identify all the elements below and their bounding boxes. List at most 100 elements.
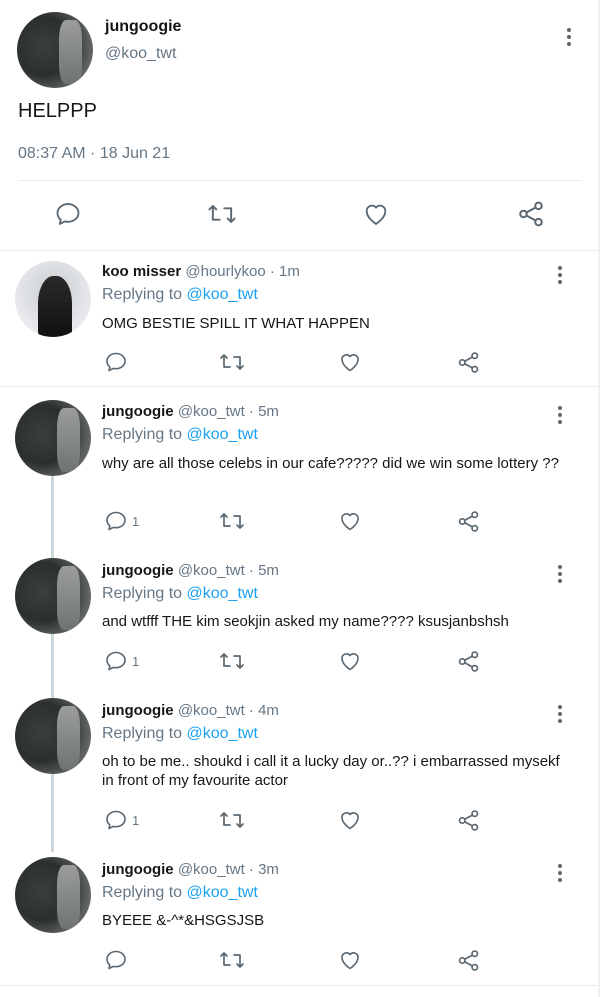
more-options-icon[interactable] xyxy=(550,702,570,726)
reply-tweet[interactable]: jungoogie @koo_twt · 3m Replying to @koo… xyxy=(0,849,600,989)
reply-header: jungoogie @koo_twt · 5m xyxy=(102,403,279,420)
like-icon xyxy=(341,653,359,671)
replying-to-link[interactable]: @koo_twt xyxy=(187,426,258,443)
reply-icon xyxy=(106,810,126,830)
replying-to: Replying to @koo_twt xyxy=(102,884,258,902)
reply-text: why are all those celebs in our cafe????… xyxy=(102,455,559,472)
share-icon xyxy=(458,510,479,532)
avatar[interactable] xyxy=(15,400,91,476)
author-name[interactable]: jungoogie xyxy=(102,403,174,420)
retweet-icon xyxy=(220,812,244,828)
reply-button[interactable] xyxy=(104,946,132,974)
share-button[interactable] xyxy=(513,196,549,232)
reply-tweet[interactable]: jungoogie @koo_twt · 5m Replying to @koo… xyxy=(0,391,600,551)
retweet-icon xyxy=(208,205,236,223)
like-icon xyxy=(341,812,359,830)
more-options-icon[interactable] xyxy=(550,403,570,427)
reply-icon xyxy=(56,203,80,225)
reply-icon xyxy=(106,511,126,531)
reply-tweet[interactable]: jungoogie @koo_twt · 4m Replying to @koo… xyxy=(0,690,600,850)
share-icon xyxy=(458,351,479,373)
replying-to-link[interactable]: @koo_twt xyxy=(187,286,258,303)
retweet-icon xyxy=(220,354,244,370)
author-handle[interactable]: @koo_twt xyxy=(105,45,176,63)
retweet-button[interactable] xyxy=(218,647,246,675)
divider xyxy=(18,180,582,181)
reply-button[interactable]: 1 xyxy=(104,806,139,834)
more-options-icon[interactable] xyxy=(550,562,570,586)
replying-label: Replying to xyxy=(102,884,187,901)
share-icon xyxy=(458,650,479,672)
share-button[interactable] xyxy=(456,946,481,974)
share-button[interactable] xyxy=(456,806,481,834)
replying-label: Replying to xyxy=(102,426,187,443)
main-tweet: jungoogie @koo_twt HELPPP 08:37 AM · 18 … xyxy=(0,0,600,251)
more-options-icon[interactable] xyxy=(550,861,570,885)
reply-text: OMG BESTIE SPILL IT WHAT HAPPEN xyxy=(102,315,370,332)
author-name[interactable]: jungoogie xyxy=(102,562,174,579)
author-meta: @hourlykoo · 1m xyxy=(185,263,300,280)
reply-count: 1 xyxy=(132,653,140,669)
retweet-button[interactable] xyxy=(218,348,246,376)
reply-tweet[interactable]: koo misser @hourlykoo · 1m Replying to @… xyxy=(0,251,600,387)
more-options-icon[interactable] xyxy=(559,25,579,49)
reply-button[interactable]: 1 xyxy=(104,647,139,675)
like-button[interactable] xyxy=(338,806,362,834)
retweet-icon xyxy=(220,952,244,968)
author-name[interactable]: koo misser xyxy=(102,263,181,280)
like-icon xyxy=(341,354,359,372)
avatar[interactable] xyxy=(15,698,91,774)
replying-label: Replying to xyxy=(102,725,187,742)
like-button[interactable] xyxy=(338,348,362,376)
share-icon xyxy=(458,809,479,831)
reply-button[interactable] xyxy=(50,196,86,232)
reply-text: BYEEE &-^*&HSGSJSB xyxy=(102,912,265,929)
like-icon xyxy=(365,204,387,225)
tweet-actions xyxy=(0,196,600,234)
divider xyxy=(0,386,600,387)
retweet-button[interactable] xyxy=(218,507,246,535)
replying-to: Replying to @koo_twt xyxy=(102,426,258,444)
share-icon xyxy=(519,201,543,227)
avatar[interactable] xyxy=(15,558,91,634)
share-button[interactable] xyxy=(456,348,481,376)
replying-to-link[interactable]: @koo_twt xyxy=(187,725,258,742)
replying-to: Replying to @koo_twt xyxy=(102,286,258,304)
reply-icon xyxy=(106,950,126,970)
like-button[interactable] xyxy=(338,507,362,535)
replying-to-link[interactable]: @koo_twt xyxy=(187,585,258,602)
retweet-icon xyxy=(220,513,244,529)
divider xyxy=(0,985,600,986)
retweet-icon xyxy=(220,653,244,669)
author-name[interactable]: jungoogie xyxy=(102,702,174,719)
author-meta: @koo_twt · 3m xyxy=(177,861,279,878)
reply-count: 1 xyxy=(132,812,140,828)
author-name[interactable]: jungoogie xyxy=(105,18,181,36)
replying-to-link[interactable]: @koo_twt xyxy=(187,884,258,901)
replying-label: Replying to xyxy=(102,585,187,602)
reply-actions: 1 xyxy=(0,507,600,537)
like-icon xyxy=(341,513,359,531)
like-button[interactable] xyxy=(338,946,362,974)
more-options-icon[interactable] xyxy=(550,263,570,287)
retweet-button[interactable] xyxy=(218,946,246,974)
author-name[interactable]: jungoogie xyxy=(102,861,174,878)
reply-text: and wtfff THE kim seokjin asked my name?… xyxy=(102,613,509,630)
reply-header: koo misser @hourlykoo · 1m xyxy=(102,263,300,280)
avatar[interactable] xyxy=(15,857,91,933)
reply-button[interactable]: 1 xyxy=(104,507,139,535)
tweet-timestamp: 08:37 AM · 18 Jun 21 xyxy=(18,145,171,162)
share-button[interactable] xyxy=(456,507,481,535)
reply-button[interactable] xyxy=(104,348,132,376)
share-icon xyxy=(458,949,479,971)
replying-label: Replying to xyxy=(102,286,187,303)
avatar[interactable] xyxy=(17,12,93,88)
share-button[interactable] xyxy=(456,647,481,675)
like-button[interactable] xyxy=(338,647,362,675)
retweet-button[interactable] xyxy=(218,806,246,834)
reply-count: 1 xyxy=(132,513,140,529)
reply-tweet[interactable]: jungoogie @koo_twt · 5m Replying to @koo… xyxy=(0,550,600,690)
avatar[interactable] xyxy=(15,261,91,337)
retweet-button[interactable] xyxy=(204,196,240,232)
like-button[interactable] xyxy=(358,196,394,232)
